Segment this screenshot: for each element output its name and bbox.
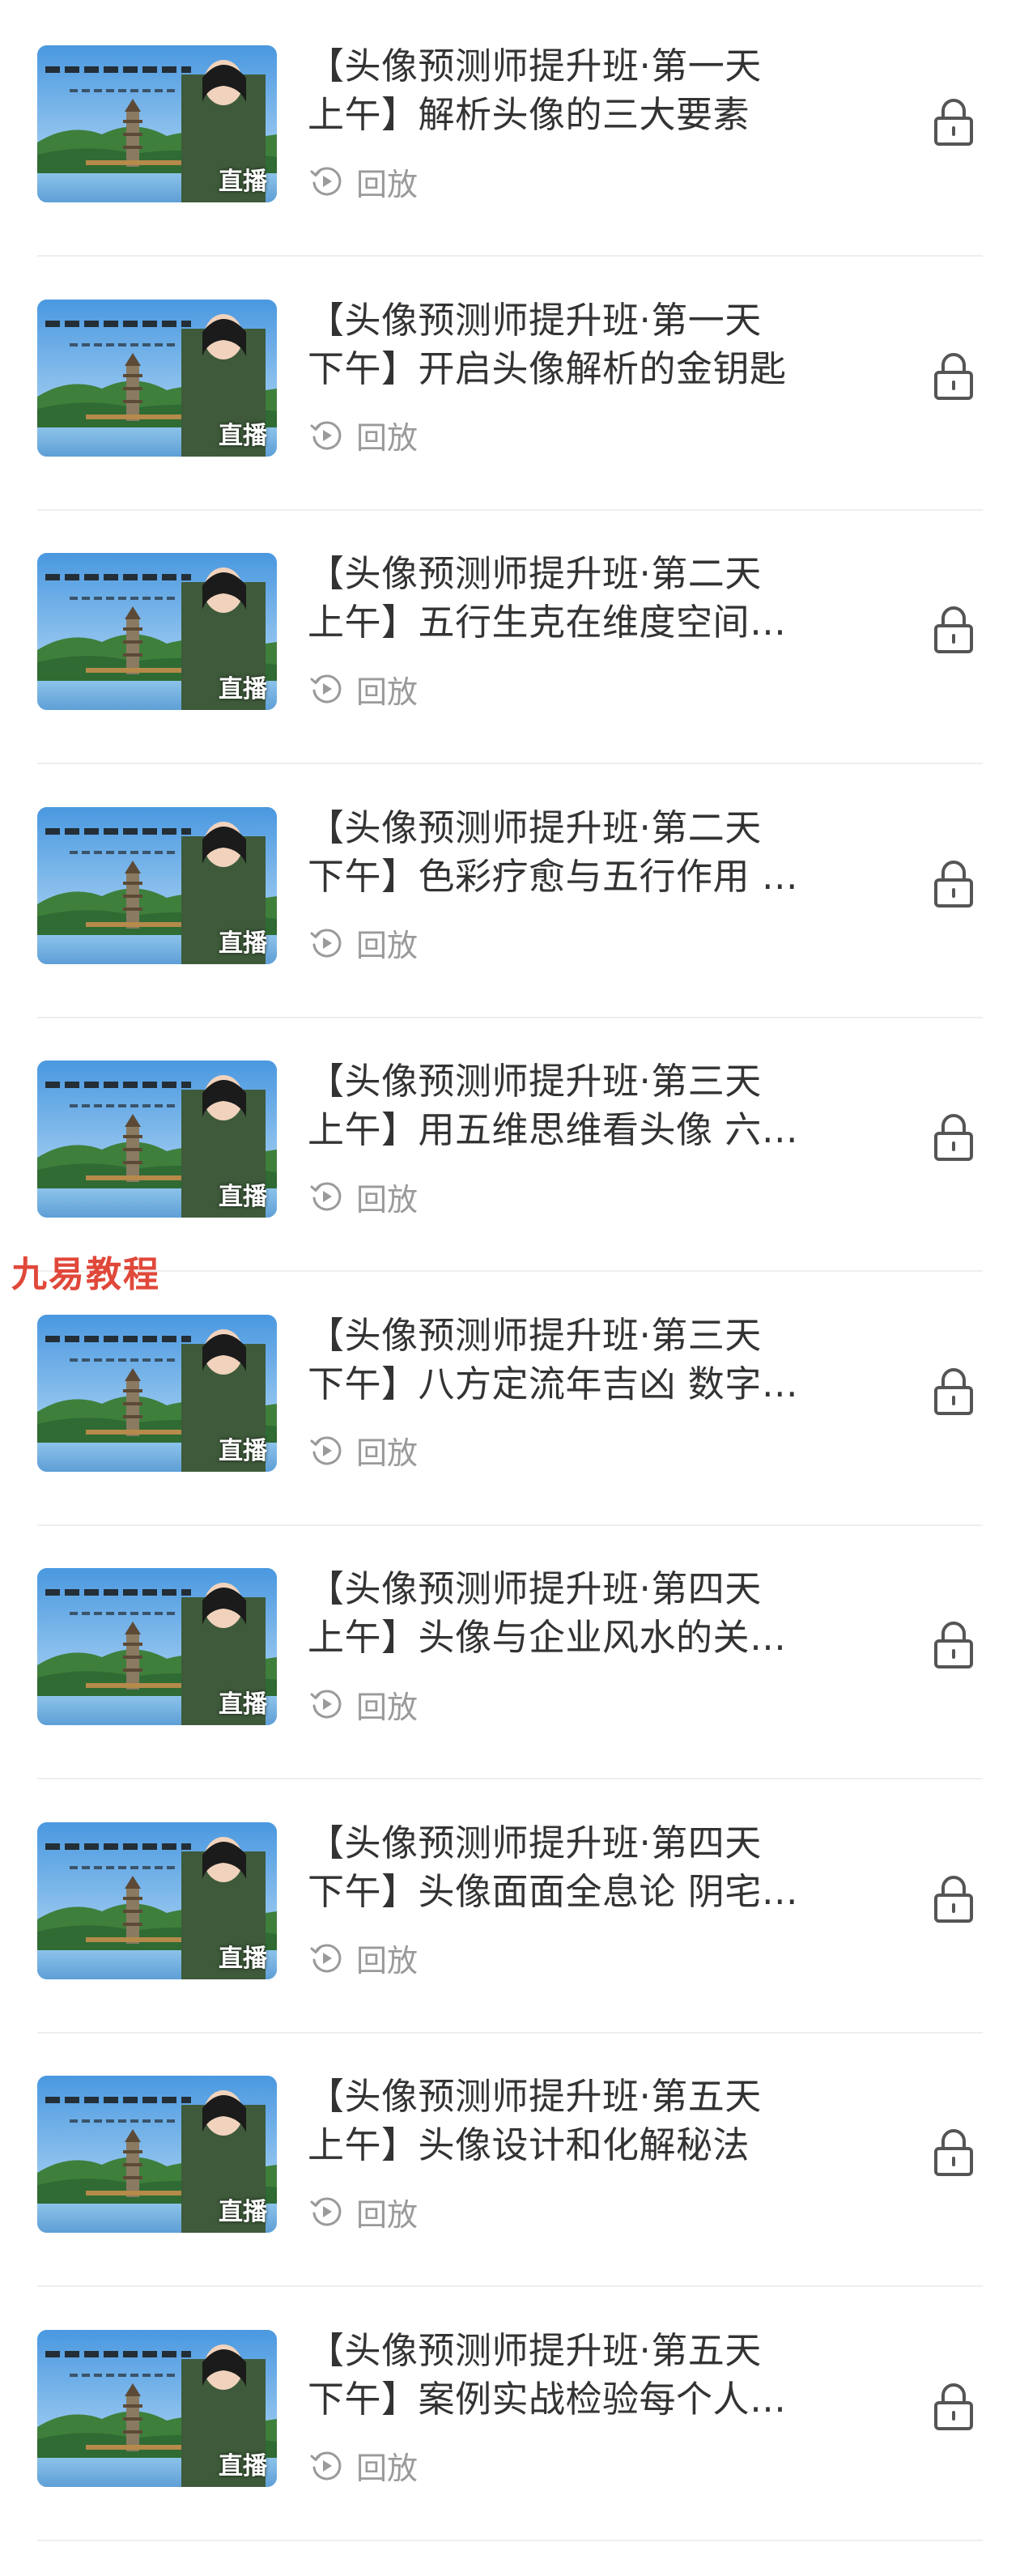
lock-icon[interactable] xyxy=(931,1111,976,1163)
replay-meta: 回放 xyxy=(308,2443,418,2489)
lesson-item[interactable]: 直播 【头像预测师提升班·第五天 下午】案例实战检验每个人… 回放 xyxy=(0,2285,1020,2541)
replay-icon xyxy=(310,1182,342,1211)
replay-meta: 回放 xyxy=(308,1428,418,1473)
live-badge: 直播 xyxy=(219,2198,267,2226)
lesson-item[interactable]: 直播 【头像预测师提升班·第一天 上午】解析头像的三大要素 回放 xyxy=(0,0,1020,257)
replay-label: 回放 xyxy=(356,1435,419,1471)
replay-meta: 回放 xyxy=(308,413,418,458)
row-divider xyxy=(37,2539,983,2541)
replay-label: 回放 xyxy=(356,2196,419,2233)
lesson-title[interactable]: 【头像预测师提升班·第五天 上午】头像设计和化解秘法 xyxy=(308,2072,826,2170)
watermark: 九易教程 xyxy=(11,1254,160,1295)
replay-icon xyxy=(310,2451,342,2480)
replay-label: 回放 xyxy=(356,928,419,963)
live-badge: 直播 xyxy=(219,929,267,958)
replay-icon xyxy=(310,674,342,704)
lock-icon[interactable] xyxy=(931,96,976,147)
lesson-item[interactable]: 直播 【头像预测师提升班·第二天 下午】色彩疗愈与五行作用 … 回放 xyxy=(0,762,1020,1018)
replay-icon xyxy=(310,420,342,449)
replay-icon xyxy=(310,2197,342,2226)
lesson-title[interactable]: 【头像预测师提升班·第一天 下午】开启头像解析的金钥匙 xyxy=(308,296,826,393)
replay-label: 回放 xyxy=(356,1689,419,1725)
live-badge: 直播 xyxy=(219,1944,267,1973)
lesson-item[interactable]: 直播 【头像预测师提升班·第四天 上午】头像与企业风水的关… 回放 xyxy=(0,1523,1020,1779)
lesson-title[interactable]: 【头像预测师提升班·第二天 上午】五行生克在维度空间… xyxy=(308,550,826,647)
lesson-thumbnail: 直播 xyxy=(37,2329,277,2487)
replay-meta: 回放 xyxy=(308,920,418,966)
lesson-thumbnail: 直播 xyxy=(37,1568,277,1725)
lesson-item[interactable]: 直播 【头像预测师提升班·第二天 上午】五行生克在维度空间… 回放 xyxy=(0,508,1020,764)
lesson-thumbnail: 直播 xyxy=(37,45,277,202)
lock-icon[interactable] xyxy=(931,603,976,655)
replay-meta: 回放 xyxy=(308,1681,418,1727)
lesson-thumbnail: 直播 xyxy=(37,1314,277,1472)
live-badge: 直播 xyxy=(219,1436,267,1465)
lock-icon[interactable] xyxy=(931,1872,976,1924)
lesson-thumbnail: 直播 xyxy=(37,1821,277,1979)
lesson-item[interactable]: 直播 【头像预测师提升班·第五天 上午】头像设计和化解秘法 回放 xyxy=(0,2030,1020,2287)
replay-icon xyxy=(310,928,342,957)
lesson-item[interactable]: 直播 【头像预测师提升班·第一天 下午】开启头像解析的金钥匙 回放 xyxy=(0,254,1020,511)
lesson-title[interactable]: 【头像预测师提升班·第三天 上午】用五维思维看头像 六… xyxy=(308,1057,826,1154)
lesson-item[interactable]: 直播 【头像预测师提升班·第三天 下午】八方定流年吉凶 数字… 回放 xyxy=(0,1269,1020,1526)
live-badge: 直播 xyxy=(219,168,267,196)
lock-icon[interactable] xyxy=(931,350,976,402)
lock-icon[interactable] xyxy=(931,1618,976,1670)
lesson-title[interactable]: 【头像预测师提升班·第四天 上午】头像与企业风水的关… xyxy=(308,1565,826,1662)
replay-meta: 回放 xyxy=(308,2189,418,2234)
replay-icon xyxy=(310,1435,342,1464)
replay-label: 回放 xyxy=(356,166,419,202)
replay-label: 回放 xyxy=(356,1181,419,1218)
lesson-title[interactable]: 【头像预测师提升班·第二天 下午】色彩疗愈与五行作用 … xyxy=(308,804,826,901)
replay-label: 回放 xyxy=(356,674,419,710)
replay-meta: 回放 xyxy=(308,666,418,712)
replay-label: 回放 xyxy=(356,1943,419,1979)
live-badge: 直播 xyxy=(219,2451,267,2480)
replay-icon xyxy=(310,167,342,196)
replay-label: 回放 xyxy=(356,420,419,456)
lock-icon[interactable] xyxy=(931,857,976,909)
live-badge: 直播 xyxy=(219,675,267,704)
lesson-item[interactable]: 直播 【头像预测师提升班·第三天 上午】用五维思维看头像 六… 回放 xyxy=(0,1015,1020,1272)
lesson-title[interactable]: 【头像预测师提升班·第一天 上午】解析头像的三大要素 xyxy=(308,42,826,139)
lesson-title[interactable]: 【头像预测师提升班·第三天 下午】八方定流年吉凶 数字… xyxy=(308,1311,826,1409)
replay-icon xyxy=(310,1690,342,1719)
replay-meta: 回放 xyxy=(308,159,418,204)
replay-icon xyxy=(310,1943,342,1972)
lesson-title[interactable]: 【头像预测师提升班·第五天 下午】案例实战检验每个人… xyxy=(308,2327,826,2424)
live-badge: 直播 xyxy=(219,1690,267,1719)
lock-icon[interactable] xyxy=(931,2380,976,2432)
lesson-thumbnail: 直播 xyxy=(37,806,277,964)
replay-label: 回放 xyxy=(356,2451,419,2486)
lesson-thumbnail: 直播 xyxy=(37,553,277,710)
lesson-title[interactable]: 【头像预测师提升班·第四天 下午】头像面面全息论 阴宅… xyxy=(308,1819,826,1916)
lesson-thumbnail: 直播 xyxy=(37,299,277,457)
replay-meta: 回放 xyxy=(308,1174,418,1219)
live-badge: 直播 xyxy=(219,1183,267,1211)
lesson-thumbnail: 直播 xyxy=(37,2076,277,2233)
live-badge: 直播 xyxy=(219,421,267,450)
lesson-thumbnail: 直播 xyxy=(37,1061,277,1218)
lock-icon[interactable] xyxy=(931,2126,976,2178)
replay-meta: 回放 xyxy=(308,1936,418,1981)
lesson-item[interactable]: 直播 【头像预测师提升班·第四天 下午】头像面面全息论 阴宅… 回放 xyxy=(0,1777,1020,2034)
lock-icon[interactable] xyxy=(931,1365,976,1417)
